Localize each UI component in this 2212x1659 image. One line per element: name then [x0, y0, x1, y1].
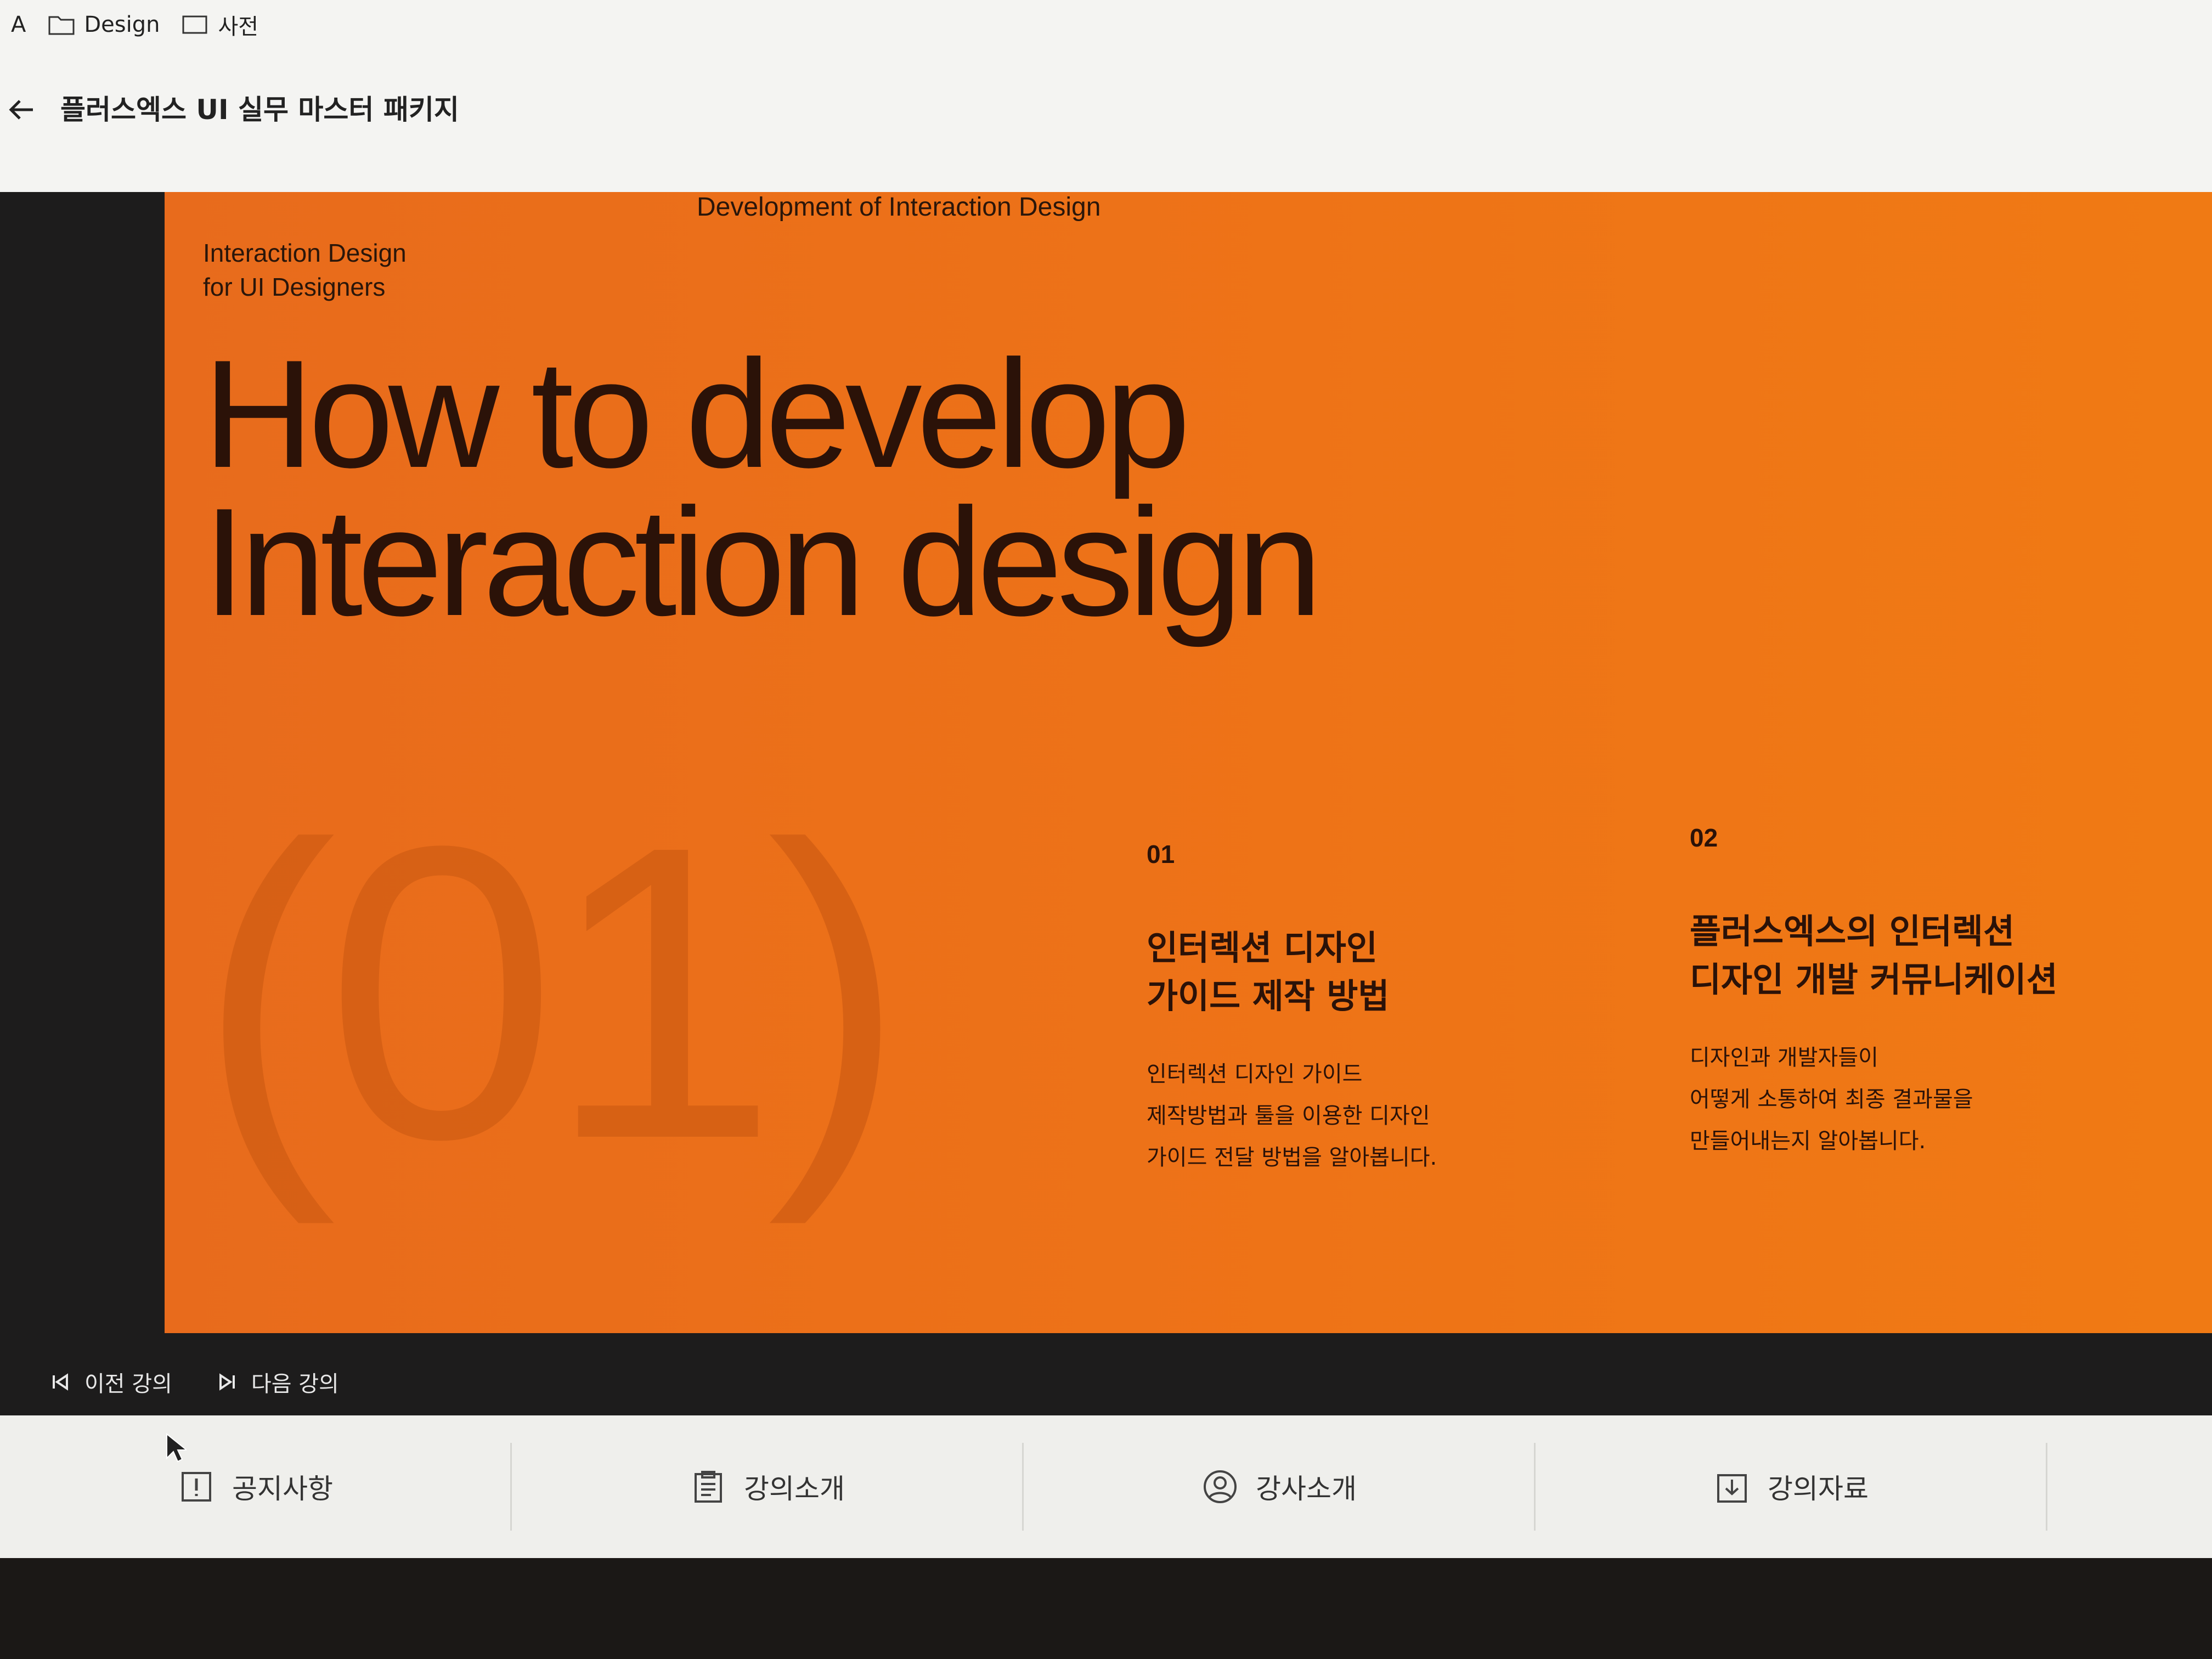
- lecture-slide: Interaction Design for UI Designers Deve…: [165, 192, 2212, 1333]
- monitor-bezel: [0, 1558, 2212, 1659]
- player-controls: 이전 강의 다음 강의: [49, 1366, 339, 1398]
- slide-headline: How to develop Interaction design: [203, 329, 1322, 648]
- column-description: 인터렉션 디자인 가이드 제작방법과 툴을 이용한 디자인 가이드 전달 방법을…: [1147, 1062, 1437, 1170]
- column-title: 인터렉션 디자인 가이드 제작 방법: [1147, 928, 1390, 1016]
- slide-eyebrow-left: Interaction Design for UI Designers: [203, 239, 407, 301]
- screen: A Design 사전 플러스엑스 UI 실무 마스터 패키지 Interact…: [0, 0, 2212, 1558]
- bookmarks-bar: A Design 사전: [0, 0, 2212, 49]
- skip-next-icon: [219, 1373, 235, 1391]
- download-icon: [1717, 1474, 1747, 1503]
- clipboard-icon: [695, 1471, 722, 1503]
- bookmark-label: Design: [84, 12, 160, 37]
- course-header: 플러스엑스 UI 실무 마스터 패키지: [0, 49, 2212, 192]
- prev-lecture-label: 이전 강의: [84, 1372, 172, 1397]
- tab-label: 강사소개: [1256, 1473, 1357, 1505]
- next-lecture-button[interactable]: 다음 강의: [216, 1366, 339, 1398]
- column-title: 플러스엑스의 인터렉션 디자인 개발 커뮤니케이션: [1690, 911, 2058, 1000]
- column-number: 01: [1147, 840, 1175, 868]
- prev-lecture-button[interactable]: 이전 강의: [49, 1366, 172, 1398]
- video-player[interactable]: Interaction Design for UI Designers Deve…: [0, 192, 2212, 1415]
- column-number: 02: [1690, 823, 1718, 852]
- bookmark-label: 사전: [218, 14, 259, 40]
- course-title: 플러스엑스 UI 실무 마스터 패키지: [60, 94, 459, 126]
- tab-notice[interactable]: 공지사항: [0, 1443, 512, 1531]
- user-icon: [1204, 1470, 1237, 1503]
- slide-chapter-number: (01): [198, 760, 906, 1226]
- tab-instructor-intro[interactable]: 강사소개: [1024, 1443, 1536, 1531]
- folder-icon: [48, 16, 75, 35]
- folder-icon: [182, 15, 207, 34]
- tab-label: 강의자료: [1768, 1473, 1869, 1505]
- bookmark-design[interactable]: Design: [48, 12, 160, 37]
- tab-course-intro[interactable]: 강의소개: [512, 1443, 1024, 1531]
- slide-column-1: 01 인터렉션 디자인 가이드 제작 방법 인터렉션 디자인 가이드 제작방법과…: [1147, 839, 1640, 1178]
- slide-eyebrow-center: Development of Interaction Design: [697, 193, 1101, 222]
- skip-previous-icon: [53, 1373, 68, 1391]
- bookmark-a[interactable]: A: [11, 12, 26, 37]
- tab-materials[interactable]: 강의자료: [1536, 1443, 2047, 1531]
- column-description: 디자인과 개발자들이 어떻게 소통하여 최종 결과물을 만들어내는지 알아봅니다…: [1690, 1045, 1973, 1154]
- tab-label: 강의소개: [744, 1473, 845, 1505]
- notice-icon: [182, 1472, 211, 1502]
- mouse-cursor-icon: [166, 1432, 187, 1463]
- back-arrow-icon[interactable]: [5, 93, 38, 126]
- tab-label: 공지사항: [232, 1473, 333, 1505]
- next-lecture-label: 다음 강의: [251, 1372, 339, 1397]
- slide-column-2: 02 플러스엑스의 인터렉션 디자인 개발 커뮤니케이션 디자인과 개발자들이 …: [1690, 823, 2183, 1162]
- lecture-tabs: 공지사항 강의소개 강사소개 강의자료: [0, 1415, 2212, 1558]
- bookmark-dictionary[interactable]: 사전: [182, 9, 258, 41]
- bookmark-label: A: [11, 12, 26, 37]
